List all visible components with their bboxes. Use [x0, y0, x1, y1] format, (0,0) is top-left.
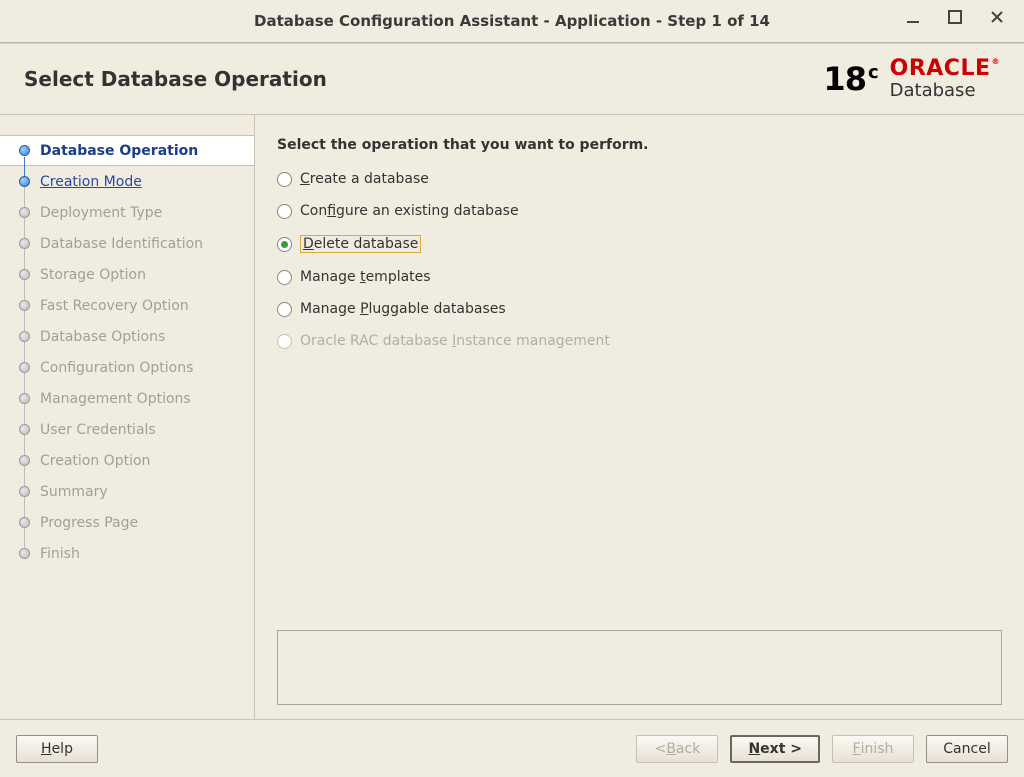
window-title: Database Configuration Assistant - Appli… [254, 12, 770, 30]
help-button[interactable]: Help [16, 735, 98, 763]
radio-icon [277, 204, 292, 219]
step-dot-icon [19, 486, 30, 497]
step-label: Finish [40, 546, 80, 562]
step-dot-icon [19, 300, 30, 311]
step-label: Management Options [40, 391, 191, 407]
step-deployment-type: Deployment Type [0, 197, 254, 228]
minimize-icon[interactable] [904, 8, 922, 26]
step-label: Creation Option [40, 453, 150, 469]
radio-delete-database[interactable]: Delete database [277, 235, 1002, 253]
step-label: Summary [40, 484, 108, 500]
step-dot-icon [19, 393, 30, 404]
radio-icon [277, 270, 292, 285]
radio-label: Delete database [300, 235, 421, 253]
brand-name: ORACLE® [890, 58, 1000, 80]
cancel-button[interactable]: Cancel [926, 735, 1008, 763]
step-dot-icon [19, 424, 30, 435]
step-dot-icon [19, 238, 30, 249]
radio-label: Manage templates [300, 269, 431, 285]
radio-rac-instance-management: Oracle RAC database Instance management [277, 333, 1002, 349]
close-icon[interactable] [988, 8, 1006, 26]
step-database-identification: Database Identification [0, 228, 254, 259]
maximize-icon[interactable] [946, 8, 964, 26]
back-button: < Back [636, 735, 718, 763]
step-summary: Summary [0, 476, 254, 507]
step-dot-icon [19, 331, 30, 342]
brand-logo: 18c ORACLE® Database [823, 58, 1000, 100]
step-label: Progress Page [40, 515, 138, 531]
radio-icon [277, 172, 292, 187]
step-dot-icon [19, 145, 30, 156]
radio-label: Oracle RAC database Instance management [300, 333, 610, 349]
step-creation-mode[interactable]: Creation Mode [0, 166, 254, 197]
title-bar: Database Configuration Assistant - Appli… [0, 0, 1024, 42]
step-dot-icon [19, 207, 30, 218]
step-label: Creation Mode [40, 174, 142, 190]
step-label: Database Identification [40, 236, 203, 252]
step-management-options: Management Options [0, 383, 254, 414]
step-label: Database Operation [40, 143, 198, 159]
step-progress-page: Progress Page [0, 507, 254, 538]
step-dot-icon [19, 517, 30, 528]
step-fast-recovery-option: Fast Recovery Option [0, 290, 254, 321]
step-dot-icon [19, 455, 30, 466]
step-dot-icon [19, 362, 30, 373]
wizard-footer: Help < Back Next > Finish Cancel [0, 719, 1024, 777]
operation-options: Create a database Configure an existing … [277, 171, 1002, 349]
radio-manage-templates[interactable]: Manage templates [277, 269, 1002, 285]
wizard-sidebar: Database Operation Creation Mode Deploym… [0, 115, 255, 719]
finish-button: Finish [832, 735, 914, 763]
instruction-text: Select the operation that you want to pe… [277, 137, 1002, 153]
page-title: Select Database Operation [24, 67, 327, 91]
step-user-credentials: User Credentials [0, 414, 254, 445]
step-dot-icon [19, 548, 30, 559]
step-dot-icon [19, 269, 30, 280]
step-label: Storage Option [40, 267, 146, 283]
step-database-operation[interactable]: Database Operation [0, 135, 254, 166]
brand-version: 18c [823, 60, 877, 98]
radio-create-database[interactable]: Create a database [277, 171, 1002, 187]
radio-icon [277, 334, 292, 349]
step-finish: Finish [0, 538, 254, 569]
radio-icon [277, 237, 292, 252]
wizard-main: Select the operation that you want to pe… [255, 115, 1024, 719]
message-area [277, 630, 1002, 705]
step-storage-option: Storage Option [0, 259, 254, 290]
brand-product: Database [890, 82, 1000, 100]
step-label: Configuration Options [40, 360, 193, 376]
radio-icon [277, 302, 292, 317]
radio-manage-pluggable-databases[interactable]: Manage Pluggable databases [277, 301, 1002, 317]
radio-label: Configure an existing database [300, 203, 519, 219]
wizard-body: Database Operation Creation Mode Deploym… [0, 114, 1024, 719]
step-label: User Credentials [40, 422, 156, 438]
radio-label: Manage Pluggable databases [300, 301, 506, 317]
next-button[interactable]: Next > [730, 735, 820, 763]
step-list: Database Operation Creation Mode Deploym… [0, 135, 254, 569]
step-dot-icon [19, 176, 30, 187]
nav-buttons: < Back Next > Finish Cancel [636, 735, 1008, 763]
step-label: Database Options [40, 329, 165, 345]
radio-label: Create a database [300, 171, 429, 187]
step-database-options: Database Options [0, 321, 254, 352]
window-controls [904, 8, 1006, 26]
step-label: Deployment Type [40, 205, 162, 221]
brand-text: ORACLE® Database [890, 58, 1000, 100]
step-configuration-options: Configuration Options [0, 352, 254, 383]
radio-configure-database[interactable]: Configure an existing database [277, 203, 1002, 219]
step-label: Fast Recovery Option [40, 298, 189, 314]
step-creation-option: Creation Option [0, 445, 254, 476]
wizard-header: Select Database Operation 18c ORACLE® Da… [0, 44, 1024, 114]
